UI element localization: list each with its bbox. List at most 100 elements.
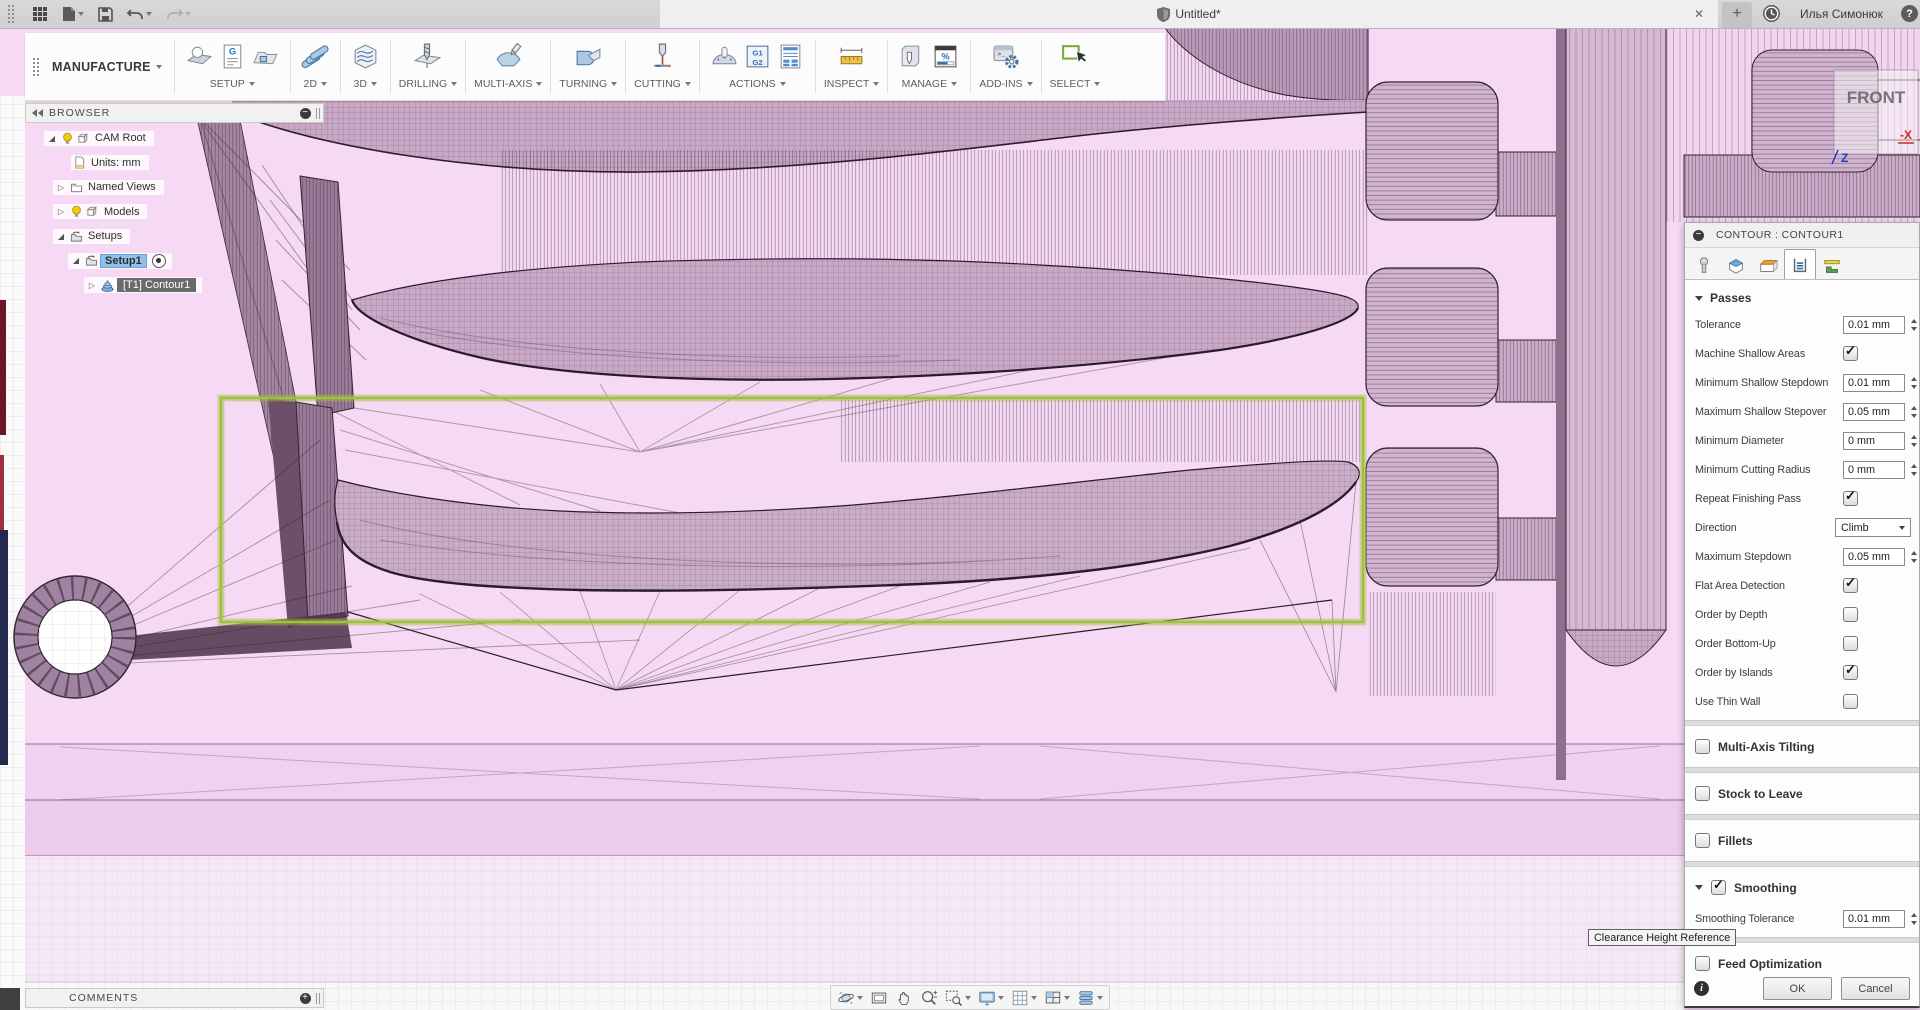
- grid-icon[interactable]: [1011, 989, 1037, 1007]
- smoothing-section-header[interactable]: Smoothing: [1695, 871, 1911, 904]
- visibility-bulb-icon[interactable]: [61, 132, 74, 145]
- minimum-diameter-spinner[interactable]: [1909, 435, 1918, 447]
- maximum-shallow-stepover-spinner[interactable]: [1909, 406, 1918, 418]
- collapse-node-icon[interactable]: ◢: [70, 256, 82, 265]
- flat-area-detection-checkbox[interactable]: [1843, 578, 1858, 593]
- ribbon-group-add-ins-dropdown[interactable]: ADD-INS: [979, 76, 1032, 90]
- help-icon[interactable]: [1901, 5, 1918, 22]
- ribbon-group-setup-dropdown[interactable]: SETUP: [183, 76, 282, 90]
- ok-button[interactable]: OK: [1763, 977, 1832, 1000]
- ribbon-group-actions-dropdown[interactable]: ACTIONS: [708, 76, 807, 90]
- multi-axis-tilting-checkbox[interactable]: [1695, 739, 1710, 754]
- document-tab[interactable]: Untitled* ✕: [660, 0, 1718, 28]
- save-icon[interactable]: [98, 7, 113, 22]
- redo-icon[interactable]: [166, 7, 191, 21]
- viewports-icon[interactable]: [1044, 989, 1070, 1007]
- orbit-icon[interactable]: [837, 989, 863, 1007]
- comments-panel-header[interactable]: COMMENTS +: [25, 988, 324, 1008]
- new-tab-button[interactable]: [1722, 2, 1752, 28]
- minimum-diameter-input[interactable]: 0 mm: [1843, 432, 1905, 450]
- repeat-finishing-pass-checkbox[interactable]: [1843, 491, 1858, 506]
- tolerance-input[interactable]: 0.01 mm: [1843, 316, 1905, 334]
- 3d-milling-icon[interactable]: [349, 40, 382, 73]
- fit-icon[interactable]: [945, 989, 971, 1007]
- ribbon-group-3d-dropdown[interactable]: 3D: [349, 76, 382, 90]
- simulate-icon[interactable]: [708, 40, 741, 73]
- add-comment-icon[interactable]: +: [300, 993, 311, 1004]
- browser-item-cam-root[interactable]: ◢CAM Root: [25, 126, 325, 151]
- heights-tab[interactable]: [1752, 252, 1784, 279]
- undo-icon[interactable]: [127, 7, 152, 21]
- view-cube[interactable]: FRONT -X Z: [1832, 70, 1918, 165]
- close-tab-icon[interactable]: ✕: [1694, 0, 1704, 28]
- collapse-dialog-icon[interactable]: −: [1693, 230, 1704, 241]
- browser-panel-header[interactable]: BROWSER −: [25, 103, 324, 123]
- order-by-depth-checkbox[interactable]: [1843, 607, 1858, 622]
- measure-icon[interactable]: [835, 40, 868, 73]
- expand-node-icon[interactable]: ▷: [55, 207, 67, 216]
- use-thin-wall-checkbox[interactable]: [1843, 694, 1858, 709]
- drilling-icon[interactable]: [411, 40, 444, 73]
- collapse-browser-icon[interactable]: [32, 109, 43, 117]
- section-fillets-header[interactable]: Fillets: [1695, 824, 1911, 857]
- window-grip-icon[interactable]: [8, 5, 14, 23]
- select-icon[interactable]: [1058, 40, 1091, 73]
- ribbon-group-drilling-dropdown[interactable]: DRILLING: [399, 76, 457, 90]
- user-name[interactable]: Илья Симонюк: [1800, 0, 1883, 28]
- order-bottom-up-checkbox[interactable]: [1843, 636, 1858, 651]
- section-multi-axis-tilting-header[interactable]: Multi-Axis Tilting: [1695, 730, 1911, 763]
- pan-icon[interactable]: [895, 989, 913, 1007]
- maximum-stepdown-spinner[interactable]: [1909, 551, 1918, 563]
- bore-ring[interactable]: [14, 576, 136, 698]
- app-grid-icon[interactable]: [32, 6, 48, 22]
- display-settings-icon[interactable]: [978, 989, 1004, 1007]
- effects-icon[interactable]: [1077, 989, 1103, 1007]
- section-stock-to-leave-header[interactable]: Stock to Leave: [1695, 777, 1911, 810]
- dialog-header[interactable]: − CONTOUR : CONTOUR1: [1685, 223, 1919, 248]
- active-setup-radio[interactable]: [152, 254, 166, 268]
- fillets-checkbox[interactable]: [1695, 833, 1710, 848]
- feed-optimization-checkbox[interactable]: [1695, 956, 1710, 971]
- minimum-cutting-radius-input[interactable]: 0 mm: [1843, 461, 1905, 479]
- tool-tab[interactable]: [1688, 252, 1720, 279]
- maximum-stepdown-input[interactable]: 0.05 mm: [1843, 548, 1905, 566]
- tool-library-icon[interactable]: [896, 40, 929, 73]
- multi-axis-icon[interactable]: [492, 40, 525, 73]
- minimum-shallow-stepdown-input[interactable]: 0.01 mm: [1843, 374, 1905, 392]
- browser-resize-handle[interactable]: [316, 108, 320, 119]
- runner-blocks[interactable]: [1366, 82, 1498, 586]
- sprue-cylinder[interactable]: [1566, 28, 1666, 666]
- setup-sheet-icon[interactable]: [774, 40, 807, 73]
- info-icon[interactable]: [1694, 981, 1709, 996]
- browser-item-t1-contour1[interactable]: ▷[T1] Contour1: [25, 273, 325, 298]
- maximum-shallow-stepover-input[interactable]: 0.05 mm: [1843, 403, 1905, 421]
- post-process-icon[interactable]: G1G2: [741, 40, 774, 73]
- smoothing-tolerance-spinner[interactable]: [1909, 913, 1918, 925]
- add-ins-icon[interactable]: >_: [989, 40, 1022, 73]
- comments-resize-handle[interactable]: [316, 993, 320, 1004]
- turning-icon[interactable]: [572, 40, 605, 73]
- browser-item-named-views[interactable]: ▷Named Views: [25, 175, 325, 200]
- nc-program-icon[interactable]: G: [216, 40, 249, 73]
- browser-item-models[interactable]: ▷Models: [25, 200, 325, 225]
- feeds-speeds-icon[interactable]: %: [929, 40, 962, 73]
- ribbon-group-cutting-dropdown[interactable]: CUTTING: [634, 76, 691, 90]
- file-menu-icon[interactable]: [62, 6, 84, 22]
- direction-select[interactable]: Climb: [1835, 518, 1911, 537]
- minimum-cutting-radius-spinner[interactable]: [1909, 464, 1918, 476]
- cancel-button[interactable]: Cancel: [1841, 977, 1910, 1000]
- geometry-tab[interactable]: [1720, 252, 1752, 279]
- ribbon-group-select-dropdown[interactable]: SELECT: [1050, 76, 1101, 90]
- smoothing-checkbox[interactable]: [1711, 880, 1726, 895]
- ribbon-group-2d-dropdown[interactable]: 2D: [299, 76, 332, 90]
- browser-item-units-mm[interactable]: Units: mm: [25, 151, 325, 176]
- new-setup-icon[interactable]: [183, 40, 216, 73]
- stock-to-leave-checkbox[interactable]: [1695, 786, 1710, 801]
- ribbon-group-inspect-dropdown[interactable]: INSPECT: [824, 76, 880, 90]
- expand-node-icon[interactable]: ▷: [86, 281, 98, 290]
- job-status-clock-icon[interactable]: [1762, 4, 1781, 28]
- passes-section-header[interactable]: Passes: [1695, 286, 1911, 310]
- ribbon-group-multi-axis-dropdown[interactable]: MULTI-AXIS: [474, 76, 542, 90]
- cutting-icon[interactable]: [646, 40, 679, 73]
- tolerance-spinner[interactable]: [1909, 319, 1918, 331]
